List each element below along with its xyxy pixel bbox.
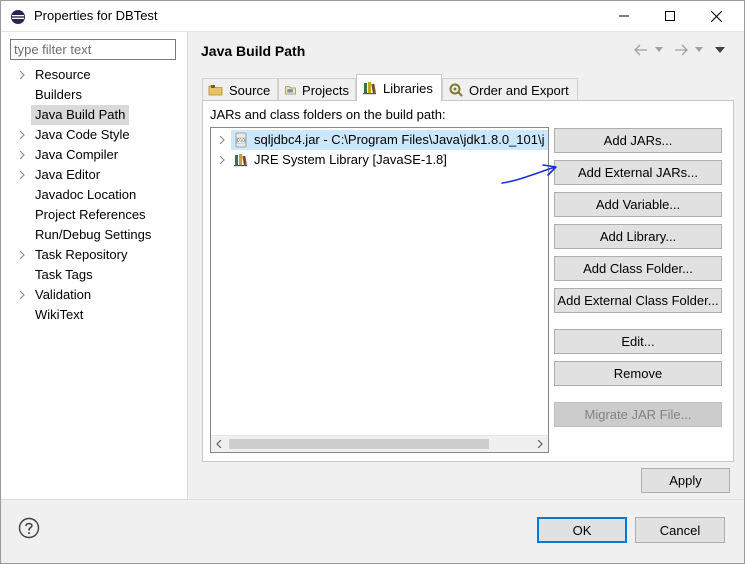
nav-item-run-debug-settings[interactable]: Run/Debug Settings (1, 225, 188, 245)
scroll-right-icon[interactable] (536, 440, 544, 448)
cancel-button[interactable]: Cancel (635, 517, 725, 543)
eclipse-icon (11, 10, 25, 24)
chevron-right-icon[interactable] (18, 251, 26, 259)
forward-nav[interactable] (673, 41, 689, 59)
chevron-right-icon[interactable] (18, 151, 26, 159)
forward-history-dropdown[interactable] (695, 41, 703, 59)
minimize-button[interactable] (601, 1, 647, 31)
nav-item-label: Project References (35, 207, 146, 222)
tab-source[interactable]: Source (202, 78, 278, 101)
close-icon (710, 10, 722, 22)
add-jars-button[interactable]: Add JARs... (554, 128, 722, 153)
horizontal-scrollbar[interactable] (211, 435, 548, 452)
section-label: JARs and class folders on the build path… (210, 107, 446, 122)
add-class-folder-button[interactable]: Add Class Folder... (554, 256, 722, 281)
nav-item-label: Java Compiler (35, 147, 119, 162)
jar-icon: 010 (235, 132, 247, 148)
library-icon (234, 154, 247, 167)
tab-libraries[interactable]: Libraries (356, 74, 442, 101)
migrate-jar-file-button[interactable]: Migrate JAR File... (554, 402, 722, 427)
library-entry-sqljdbc4[interactable]: 010 sqljdbc4.jar - C:\Program Files\Java… (211, 130, 548, 150)
nav-item-javadoc-location[interactable]: Javadoc Location (1, 185, 188, 205)
nav-item-task-tags[interactable]: Task Tags (1, 265, 188, 285)
chevron-right-icon[interactable] (218, 156, 226, 164)
filter-input[interactable] (10, 39, 176, 60)
nav-item-java-editor[interactable]: Java Editor (1, 165, 188, 185)
nav-item-resource[interactable]: Resource (1, 65, 188, 85)
view-menu-button[interactable] (715, 41, 725, 59)
nav-item-label: WikiText (35, 307, 84, 322)
add-variable-button[interactable]: Add Variable... (554, 192, 722, 217)
nav-item-label: Resource (35, 67, 91, 82)
tab-projects[interactable]: Projects (278, 78, 356, 101)
maximize-icon (665, 11, 675, 21)
nav-item-label: Java Build Path (31, 105, 130, 125)
chevron-right-icon[interactable] (18, 291, 26, 299)
add-external-jars-button[interactable]: Add External JARs... (554, 160, 722, 185)
chevron-down-icon (655, 47, 663, 52)
annotation-arrow-icon (501, 164, 557, 184)
source-folder-icon (208, 85, 223, 96)
nav-item-wikitext[interactable]: WikiText (1, 305, 188, 325)
nav-item-java-build-path[interactable]: Java Build Path (1, 105, 188, 125)
menu-dropdown-icon (715, 46, 725, 53)
chevron-right-icon[interactable] (18, 171, 26, 179)
nav-item-label: Task Repository (35, 247, 128, 262)
chevron-right-icon[interactable] (218, 136, 226, 144)
nav-item-java-code-style[interactable]: Java Code Style (1, 125, 188, 145)
nav-item-label: Java Editor (35, 167, 101, 182)
scroll-left-icon[interactable] (215, 440, 223, 448)
scrollbar-thumb[interactable] (229, 439, 489, 449)
minimize-icon (619, 15, 629, 17)
chevron-right-icon[interactable] (18, 71, 26, 79)
close-button[interactable] (693, 1, 739, 31)
add-external-class-folder-button[interactable]: Add External Class Folder... (554, 288, 722, 313)
back-nav[interactable] (633, 41, 649, 59)
tab-order-and-export[interactable]: Order and Export (442, 78, 578, 101)
page-title: Java Build Path (201, 43, 306, 59)
nav-item-label: Run/Debug Settings (35, 227, 152, 242)
nav-item-label: Builders (35, 87, 82, 102)
libraries-icon (363, 82, 376, 95)
ok-button[interactable]: OK (537, 517, 627, 543)
nav-item-task-repository[interactable]: Task Repository (1, 245, 188, 265)
title-bar: Properties for DBTest (1, 1, 744, 32)
back-history-dropdown[interactable] (655, 41, 663, 59)
chevron-down-icon (695, 47, 703, 52)
remove-button[interactable]: Remove (554, 361, 722, 386)
nav-item-java-compiler[interactable]: Java Compiler (1, 145, 188, 165)
preference-nav-panel: Resource Builders Java Build Path Java Code… (1, 32, 188, 499)
help-icon[interactable] (18, 517, 40, 539)
window-title: Properties for DBTest (34, 8, 158, 23)
projects-icon (285, 86, 296, 95)
forward-arrow-icon (675, 44, 688, 56)
maximize-button[interactable] (647, 1, 693, 31)
libraries-tab-panel: JARs and class folders on the build path… (202, 100, 734, 462)
svg-text:010: 010 (237, 138, 245, 143)
chevron-right-icon[interactable] (18, 131, 26, 139)
dialog-button-bar (1, 499, 744, 563)
nav-item-label: Validation (35, 287, 92, 302)
back-arrow-icon (634, 44, 647, 56)
nav-item-label: Javadoc Location (35, 187, 137, 202)
nav-item-project-references[interactable]: Project References (1, 205, 188, 225)
nav-item-validation[interactable]: Validation (1, 285, 188, 305)
add-library-button[interactable]: Add Library... (554, 224, 722, 249)
nav-item-builders[interactable]: Builders (1, 85, 188, 105)
order-export-icon (449, 83, 463, 97)
nav-item-label: Task Tags (35, 267, 93, 282)
properties-dialog: Properties for DBTest Resource Builders Ja… (0, 0, 745, 564)
nav-item-label: Java Code Style (35, 127, 130, 142)
edit-button[interactable]: Edit... (554, 329, 722, 354)
apply-button[interactable]: Apply (641, 468, 730, 493)
preference-tree: Resource Builders Java Build Path Java Code… (1, 65, 188, 325)
